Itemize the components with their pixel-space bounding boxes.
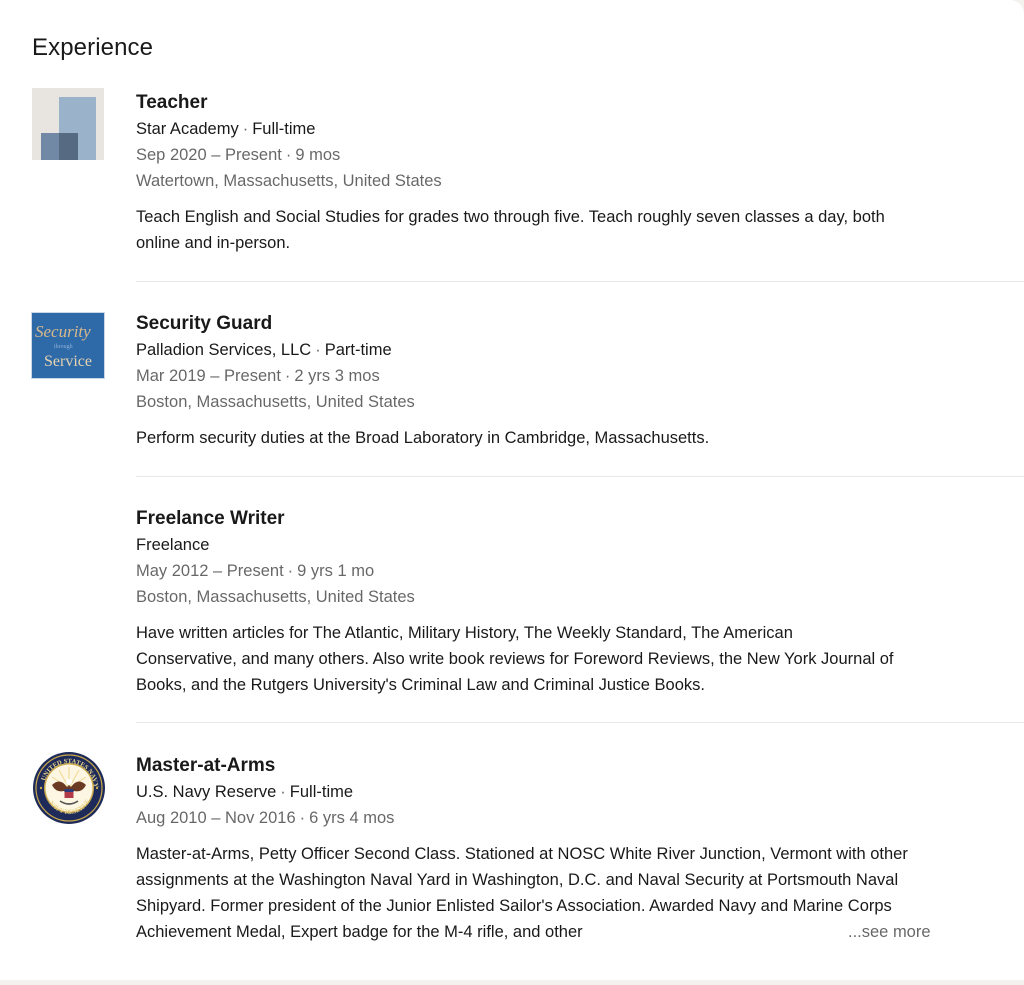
duration: 9 yrs 1 mo bbox=[297, 562, 375, 580]
divider bbox=[136, 281, 1024, 282]
job-title[interactable]: Teacher bbox=[136, 90, 1024, 116]
logo-text-service: Service bbox=[44, 353, 92, 370]
location: Watertown, Massachusetts, United States bbox=[136, 172, 442, 190]
location: Boston, Massachusetts, United States bbox=[136, 393, 415, 411]
star-academy-logo[interactable] bbox=[32, 88, 104, 160]
divider bbox=[136, 722, 1024, 723]
separator: · bbox=[287, 562, 294, 580]
separator: · bbox=[315, 341, 321, 359]
job-title[interactable]: Master-at-Arms bbox=[136, 753, 1024, 779]
separator: · bbox=[280, 783, 286, 801]
logo-text-through: through bbox=[54, 344, 73, 350]
duration: 2 yrs 3 mos bbox=[294, 367, 380, 385]
employment-type: Part-time bbox=[324, 341, 392, 359]
company-name[interactable]: Star Academy bbox=[136, 120, 239, 138]
company-line: U.S. Navy Reserve · Full-time bbox=[136, 779, 1024, 805]
company-name[interactable]: Palladion Services, LLC bbox=[136, 341, 311, 359]
company-line: Palladion Services, LLC · Part-time bbox=[136, 337, 1024, 363]
date-line: May 2012 – Present · 9 yrs 1 mo bbox=[136, 558, 1024, 584]
experience-card: Experience Teacher Star Academy · Full-tim… bbox=[0, 0, 1024, 980]
logo-text-security: Security bbox=[35, 322, 91, 341]
duration: 6 yrs 4 mos bbox=[309, 809, 395, 827]
company-name[interactable]: U.S. Navy Reserve bbox=[136, 783, 276, 801]
date-range: Sep 2020 – Present bbox=[136, 146, 282, 164]
employment-type: Full-time bbox=[289, 783, 354, 801]
job-title[interactable]: Freelance Writer bbox=[136, 506, 1024, 532]
description: Have written articles for The Atlantic, … bbox=[136, 624, 894, 694]
divider bbox=[136, 476, 1024, 477]
date-range: Aug 2010 – Nov 2016 bbox=[136, 809, 296, 827]
us-navy-reserve-seal[interactable]: UNITED STATES NAVY NAVY RESERVE bbox=[32, 751, 105, 824]
company-line: Star Academy · Full-time bbox=[136, 116, 1024, 142]
separator: · bbox=[285, 146, 292, 164]
separator: · bbox=[299, 809, 306, 827]
date-line: Mar 2019 – Present · 2 yrs 3 mos bbox=[136, 363, 1024, 389]
description: Perform security duties at the Broad Lab… bbox=[136, 429, 710, 447]
date-range: Mar 2019 – Present bbox=[136, 367, 281, 385]
date-line: Aug 2010 – Nov 2016 · 6 yrs 4 mos bbox=[136, 805, 1024, 831]
date-range: May 2012 – Present bbox=[136, 562, 284, 580]
description-wrap: Master-at-Arms, Petty Officer Second Cla… bbox=[136, 841, 1024, 945]
description: Master-at-Arms, Petty Officer Second Cla… bbox=[136, 845, 908, 941]
duration: 9 mos bbox=[295, 146, 341, 164]
description: Teach English and Social Studies for gra… bbox=[136, 208, 885, 252]
company-name: Freelance bbox=[136, 536, 210, 554]
separator: · bbox=[284, 367, 291, 385]
section-title: Experience bbox=[32, 34, 154, 61]
separator: · bbox=[242, 120, 249, 138]
job-title[interactable]: Security Guard bbox=[136, 311, 1024, 337]
date-line: Sep 2020 – Present · 9 mos bbox=[136, 142, 1024, 168]
location: Boston, Massachusetts, United States bbox=[136, 588, 415, 606]
see-more-button[interactable]: ...see more bbox=[842, 919, 931, 945]
palladion-logo[interactable]: Security through Service bbox=[32, 313, 104, 378]
employment-type: Full-time bbox=[252, 120, 316, 138]
